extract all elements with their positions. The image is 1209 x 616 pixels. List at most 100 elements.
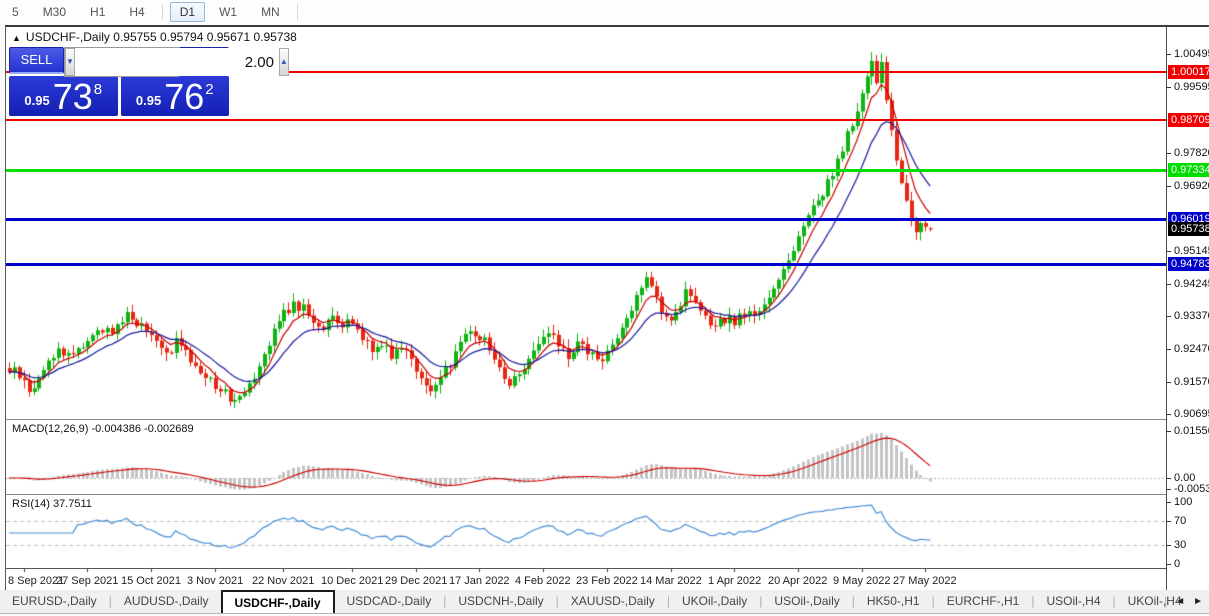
price-axis-tick-label: 0.91570 [1174, 376, 1209, 388]
date-axis-label: 20 Apr 2022 [768, 575, 827, 587]
timeframe-button-W1[interactable]: W1 [209, 2, 247, 22]
macd-label: MACD(12,26,9) -0.004386 -0.002689 [12, 423, 194, 435]
chart-tab-usdcad-daily[interactable]: USDCAD-,Daily [335, 590, 444, 613]
buy-price-panel[interactable]: 0.95 76 2 [121, 76, 230, 116]
rsi-label: RSI(14) 37.7511 [12, 498, 92, 510]
date-axis-label: 3 Nov 2021 [187, 575, 243, 587]
tab-scroll-left-button[interactable]: ◄ [1175, 596, 1185, 607]
chart-tab-bar: EURUSD-,Daily | AUDUSD-,DailyUSDCHF-,Daily… [0, 590, 1209, 614]
macd-axis-label: -0.005335 [1174, 483, 1209, 495]
timeframe-button-M30[interactable]: M30 [33, 2, 76, 22]
chart-tab-usdchf-daily[interactable]: USDCHF-,Daily [221, 590, 335, 613]
price-axis-column[interactable]: 1.004950.995950.978200.969200.951450.942… [1166, 27, 1209, 590]
price-axis-tick-label: 0.92470 [1174, 343, 1209, 355]
sell-price-sup: 8 [94, 82, 102, 97]
price-axis-tick-label: 0.90695 [1174, 408, 1209, 420]
panel-divider-macd[interactable] [6, 419, 1209, 420]
axis-tick [1167, 153, 1171, 154]
date-axis-label: 29 Dec 2021 [385, 575, 447, 587]
timeframe-button-5[interactable]: 5 [2, 2, 29, 22]
date-axis-label: 22 Nov 2021 [252, 575, 314, 587]
sell-price-base: 0.95 [24, 93, 49, 108]
axis-tick [1167, 521, 1171, 522]
chart-tab-usoil-daily[interactable]: USOil-,Daily [762, 590, 851, 613]
sell-price-panel[interactable]: 0.95 73 8 [9, 76, 118, 116]
buy-price-sup: 2 [205, 82, 213, 97]
price-level-line[interactable] [6, 119, 1166, 121]
axis-tick [1167, 382, 1171, 383]
rsi-axis-label: 30 [1174, 539, 1186, 551]
tab-separator: | [1164, 594, 1167, 608]
axis-tick [1167, 316, 1171, 317]
panel-divider-rsi[interactable] [6, 494, 1209, 495]
volume-decrease-button[interactable]: ▼ [65, 48, 75, 76]
axis-tick [1167, 54, 1171, 55]
price-level-line[interactable] [6, 169, 1166, 172]
date-axis-label: 1 Apr 2022 [708, 575, 761, 587]
price-level-badge: 0.98709 [1168, 113, 1209, 127]
chart-tab-audusd-daily[interactable]: AUDUSD-,Daily [112, 590, 221, 613]
price-level-badge: 0.94783 [1168, 257, 1209, 271]
price-axis-tick-label: 0.96920 [1174, 180, 1209, 192]
ohlc-low: 0.95671 [207, 30, 250, 44]
price-axis-tick-label: 0.95145 [1174, 245, 1209, 257]
chart-tab-eurusd-daily[interactable]: EURUSD-,Daily [0, 590, 109, 613]
chart-tab-usoil-h4[interactable]: USOil-,H4 [1034, 590, 1112, 613]
price-axis-tick-label: 1.00495 [1174, 48, 1209, 60]
chart-tab-hk50-h1[interactable]: HK50-,H1 [855, 590, 932, 613]
date-axis-label: 9 May 2022 [833, 575, 890, 587]
panel-divider-dates [6, 568, 1209, 569]
toolbar-separator [162, 4, 163, 20]
timeframe-button-H1[interactable]: H1 [80, 2, 115, 22]
toolbar-separator [297, 4, 298, 20]
rsi-axis-label: 70 [1174, 515, 1186, 527]
macd-name: MACD(12,26,9) [12, 423, 88, 435]
axis-tick [1167, 545, 1171, 546]
price-level-badge: 0.97334 [1168, 163, 1209, 177]
sell-price-big: 73 [53, 81, 93, 113]
timeframe-button-MN[interactable]: MN [251, 2, 290, 22]
axis-tick [1167, 564, 1171, 565]
rsi-axis-label: 0 [1174, 558, 1180, 570]
axis-tick [1167, 186, 1171, 187]
rsi-axis-label: 100 [1174, 496, 1192, 508]
ohlc-open: 0.95755 [113, 30, 156, 44]
timeframe-button-H4[interactable]: H4 [119, 2, 154, 22]
buy-price-big: 76 [164, 81, 204, 113]
volume-spinner: ▼ ▲ [64, 47, 179, 77]
price-level-line[interactable] [6, 218, 1166, 221]
date-axis-label: 27 Sep 2021 [56, 575, 118, 587]
chart-tab-eurchf-h1[interactable]: EURCHF-,H1 [935, 590, 1032, 613]
price-axis-tick-label: 0.94245 [1174, 278, 1209, 290]
one-click-trading-widget: SELL ▼ ▲ BUY 0.95 73 8 0.95 76 2 [9, 47, 229, 116]
price-level-line[interactable] [6, 263, 1166, 266]
chart-symbol-label: USDCHF-,Daily [26, 30, 110, 44]
current-price-badge: 0.95738 [1168, 222, 1209, 236]
sell-button[interactable]: SELL [9, 47, 64, 74]
trading-terminal: 5M30H1H4 D1W1MN ▲ USDCHF-,Daily 0.95755 0.… [0, 0, 1209, 616]
price-level-badge: 1.00017 [1168, 65, 1209, 79]
axis-tick [1167, 251, 1171, 252]
axis-tick [1167, 431, 1171, 432]
ohlc-high: 0.95794 [160, 30, 203, 44]
rsi-name: RSI(14) [12, 498, 50, 510]
tab-scroll-right-button[interactable]: ► [1193, 596, 1203, 607]
chart-tab-usdcnh-daily[interactable]: USDCNH-,Daily [446, 590, 555, 613]
axis-tick [1167, 414, 1171, 415]
axis-tick [1167, 87, 1171, 88]
date-axis-label: 27 May 2022 [893, 575, 957, 587]
price-axis-tick-label: 0.93370 [1174, 310, 1209, 322]
axis-tick [1167, 489, 1171, 490]
axis-tick [1167, 349, 1171, 350]
macd-axis-label: 0.015562 [1174, 425, 1209, 437]
chart-tab-xauusd-daily[interactable]: XAUUSD-,Daily [559, 590, 667, 613]
rsi-value: 37.7511 [53, 498, 92, 510]
volume-increase-button[interactable]: ▲ [279, 48, 289, 76]
timeframe-button-D1[interactable]: D1 [170, 2, 205, 22]
chart-window: ▲ USDCHF-,Daily 0.95755 0.95794 0.95671 0… [5, 25, 1209, 590]
buy-price-base: 0.95 [136, 93, 161, 108]
volume-input[interactable] [75, 48, 279, 76]
ohlc-close: 0.95738 [253, 30, 296, 44]
chart-tab-ukoil-daily[interactable]: UKOil-,Daily [670, 590, 759, 613]
price-axis-tick-label: 0.99595 [1174, 81, 1209, 93]
